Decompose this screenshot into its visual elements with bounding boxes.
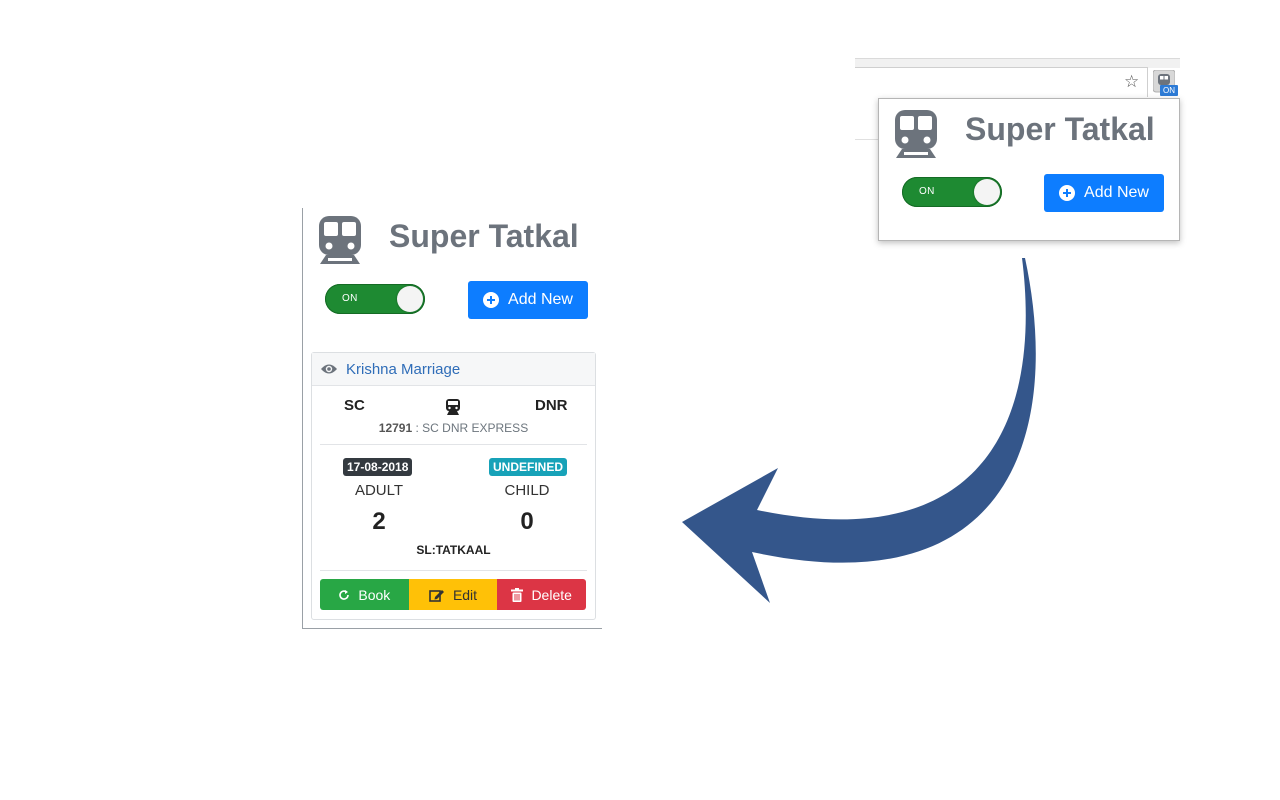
curved-arrow — [682, 258, 1036, 603]
